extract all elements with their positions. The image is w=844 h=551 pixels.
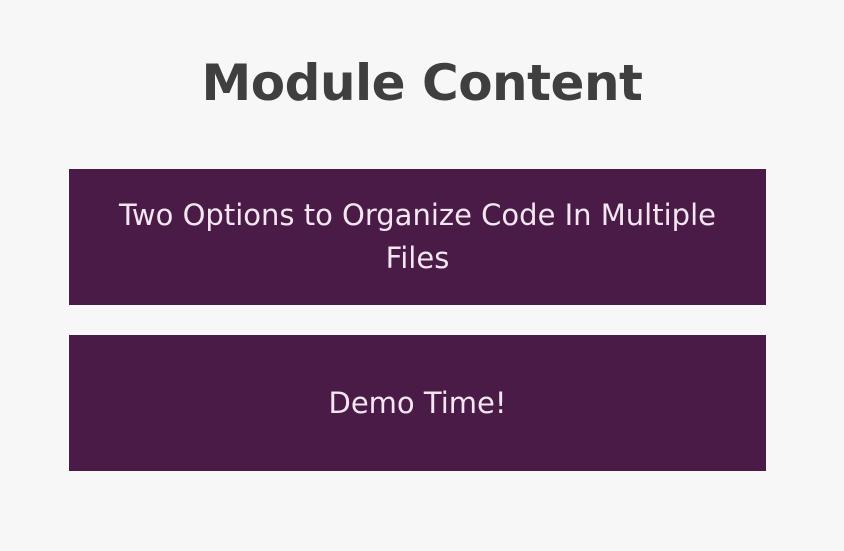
slide: Module Content Two Options to Organize C…: [0, 0, 844, 551]
content-item-organize-code: Two Options to Organize Code In Multiple…: [69, 169, 766, 305]
slide-title: Module Content: [201, 54, 643, 112]
content-item-demo-time: Demo Time!: [69, 335, 766, 471]
content-item-label: Demo Time!: [328, 385, 507, 420]
content-item-label: Two Options to Organize Code In Multiple…: [119, 198, 716, 275]
